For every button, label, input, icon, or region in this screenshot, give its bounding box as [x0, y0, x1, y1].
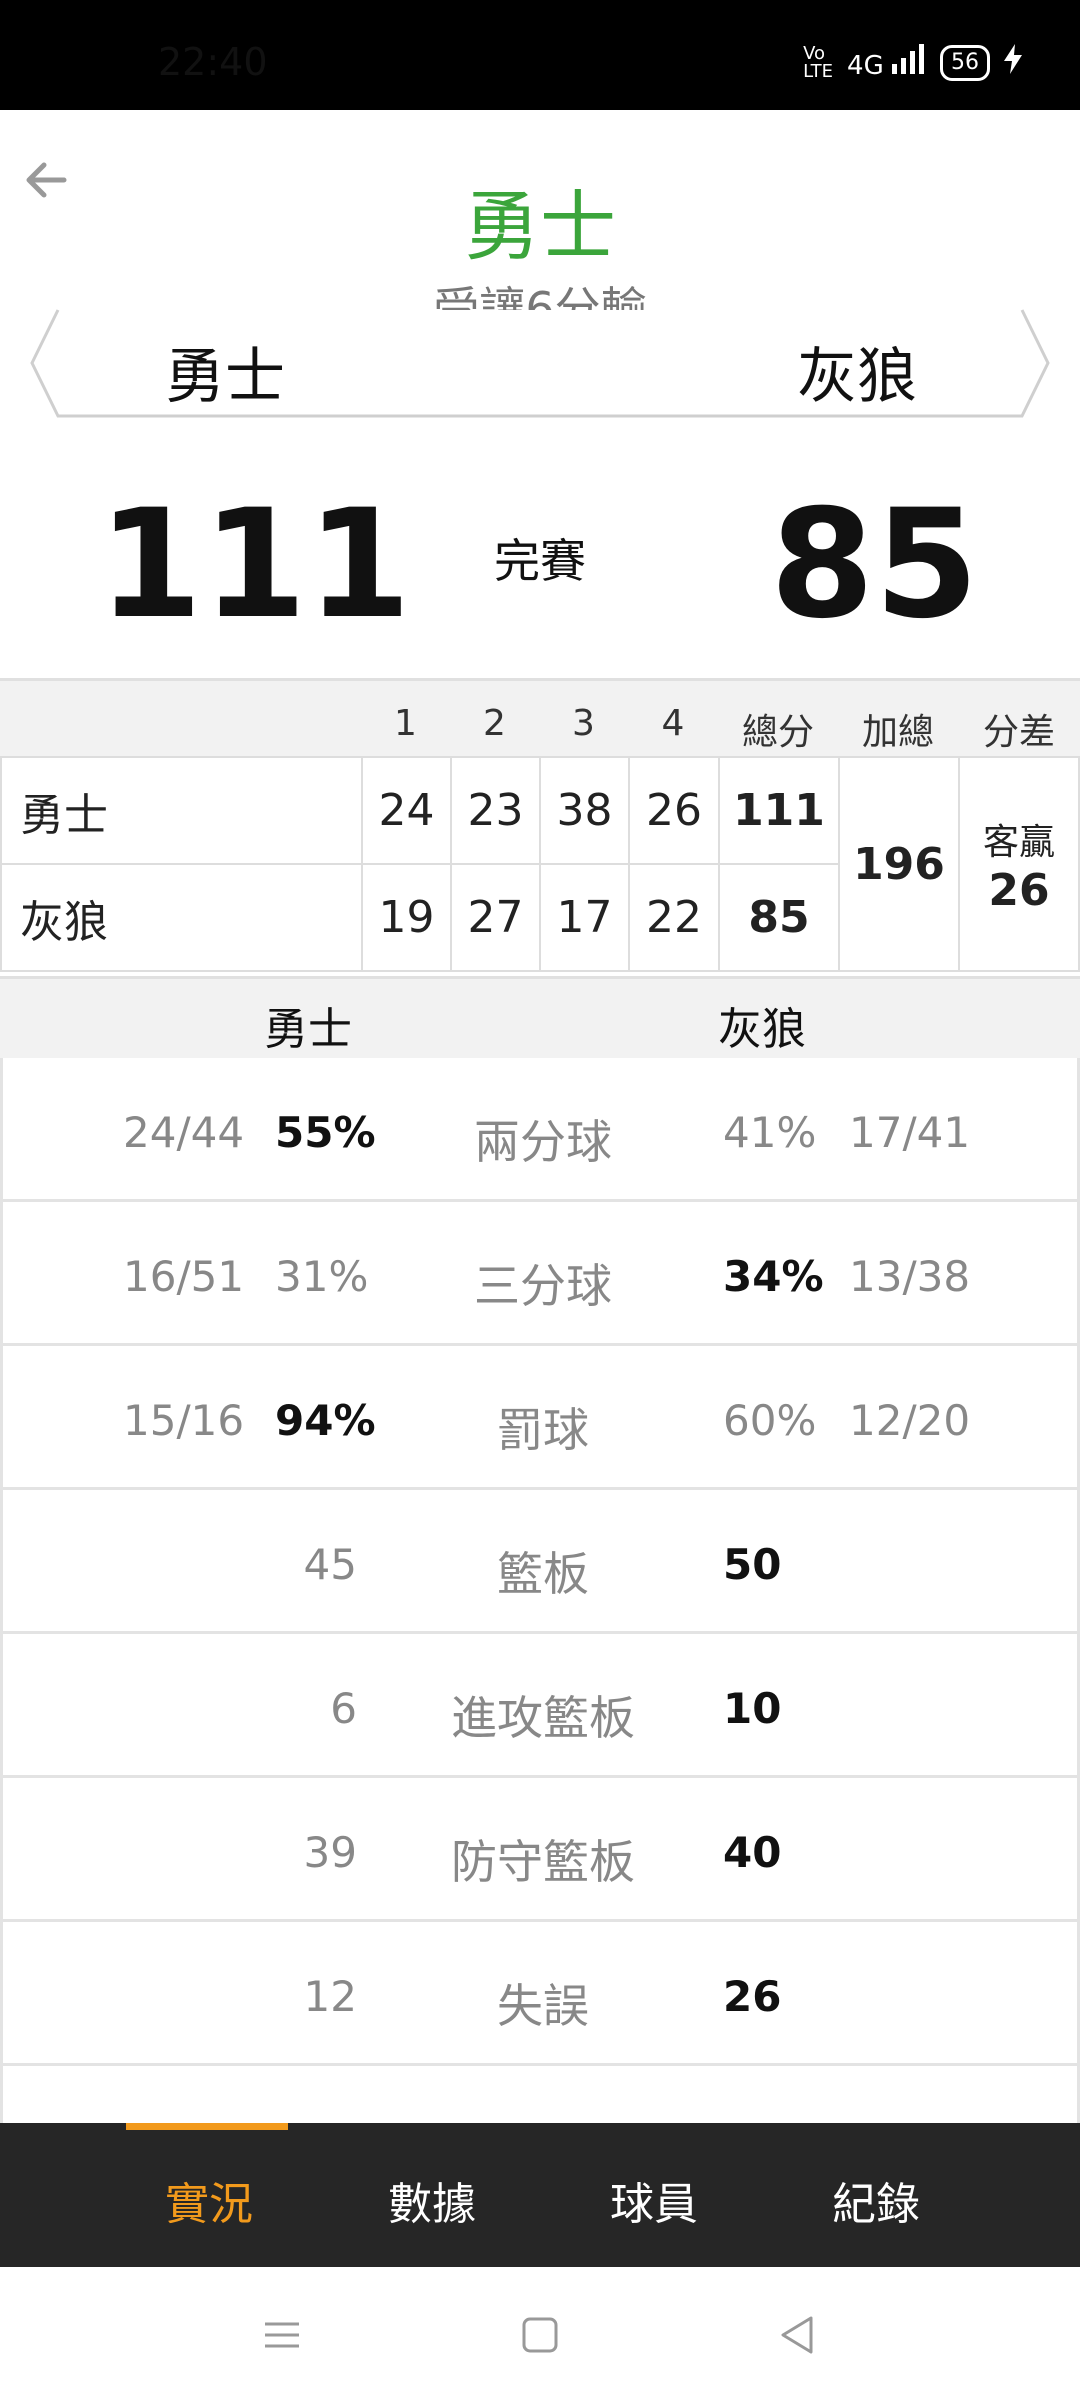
stat-label: 籃板 [497, 1547, 589, 1601]
home-team-name: 勇士 [165, 342, 285, 412]
home-q1: 24 [361, 756, 452, 865]
winning-team: 勇士 [464, 182, 616, 271]
stat-row-defensive-rebounds: 39 防守籃板 40 [0, 1778, 1080, 1922]
stat-row-offensive-rebounds: 6 進攻籃板 10 [0, 1634, 1080, 1778]
header-diff: 分差 [982, 712, 1055, 753]
stat-row-partial [0, 2066, 1080, 2126]
stat-row-rebounds: 45 籃板 50 [0, 1490, 1080, 1634]
signal-icon: 4G [847, 44, 926, 81]
home-icon[interactable] [515, 2310, 565, 2360]
away-value: 40 [723, 1828, 782, 1877]
stats-away-label: 灰狼 [718, 1004, 806, 1055]
away-value: 26 [723, 1972, 782, 2021]
away-value: 10 [723, 1684, 782, 1733]
stats-home-label: 勇士 [264, 1004, 352, 1055]
stat-label: 進攻籃板 [451, 1691, 635, 1745]
away-q3: 17 [539, 863, 630, 972]
row-home-team: 勇士 [0, 756, 363, 865]
stat-row-two-pointers: 24/44 55% 兩分球 41% 17/41 [0, 1058, 1080, 1202]
row-away-team: 灰狼 [0, 863, 363, 972]
away-q4: 22 [628, 863, 720, 972]
stats-header [0, 976, 1080, 1061]
header-combined: 加總 [861, 712, 934, 753]
tab-data[interactable]: 數據 [388, 2168, 476, 2232]
active-tab-indicator [126, 2123, 288, 2130]
away-pct: 60% [723, 1396, 817, 1445]
header-q4: 4 [661, 703, 685, 744]
home-q2: 23 [450, 756, 541, 865]
stat-row-turnovers: 12 失誤 26 [0, 1922, 1080, 2066]
away-total: 85 [718, 863, 840, 972]
status-time: 22:40 [158, 40, 268, 84]
away-value: 50 [723, 1540, 782, 1589]
diff-value: 26 [988, 864, 1050, 916]
diff-label: 客贏 [982, 821, 1055, 863]
status-icons: Vo LTE 4G 56 [803, 44, 1022, 81]
away-pct: 34% [723, 1252, 824, 1301]
battery-icon: 56 [940, 44, 990, 81]
stat-label: 失誤 [497, 1979, 589, 2033]
away-pct: 41% [723, 1108, 817, 1157]
away-q2: 27 [450, 863, 541, 972]
header-q2: 2 [483, 703, 506, 744]
home-q4: 26 [628, 756, 720, 865]
away-q1: 19 [361, 863, 452, 972]
header-q1: 1 [394, 703, 417, 744]
back-icon[interactable] [773, 2310, 823, 2360]
home-q3: 38 [539, 756, 630, 865]
stat-label: 防守籃板 [451, 1835, 635, 1889]
volte-icon: Vo LTE [803, 42, 834, 82]
header-total: 總分 [741, 712, 814, 753]
away-score: 85 [770, 478, 979, 652]
stat-row-free-throws: 15/16 94% 罰球 60% 12/20 [0, 1346, 1080, 1490]
tab-players[interactable]: 球員 [610, 2168, 698, 2232]
menu-icon[interactable] [257, 2310, 307, 2360]
tab-live[interactable]: 實況 [165, 2168, 253, 2232]
quarter-table-header: 1 2 3 4 總分 加總 分差 [0, 678, 1080, 759]
away-made: 17/41 [849, 1108, 971, 1157]
quarter-score-table: 1 2 3 4 總分 加總 分差 勇士 24 23 38 26 111 灰狼 1… [0, 678, 1080, 975]
combined-total: 196 [838, 756, 960, 972]
away-made: 13/38 [849, 1252, 971, 1301]
header-q3: 3 [572, 703, 595, 744]
charging-icon [1004, 44, 1022, 81]
stat-row-three-pointers: 16/51 31% 三分球 34% 13/38 [0, 1202, 1080, 1346]
tab-records[interactable]: 紀錄 [832, 2168, 920, 2232]
away-team-name: 灰狼 [797, 342, 917, 412]
away-made: 12/20 [849, 1396, 971, 1445]
point-diff: 客贏 26 [958, 756, 1080, 972]
home-total: 111 [718, 756, 840, 865]
